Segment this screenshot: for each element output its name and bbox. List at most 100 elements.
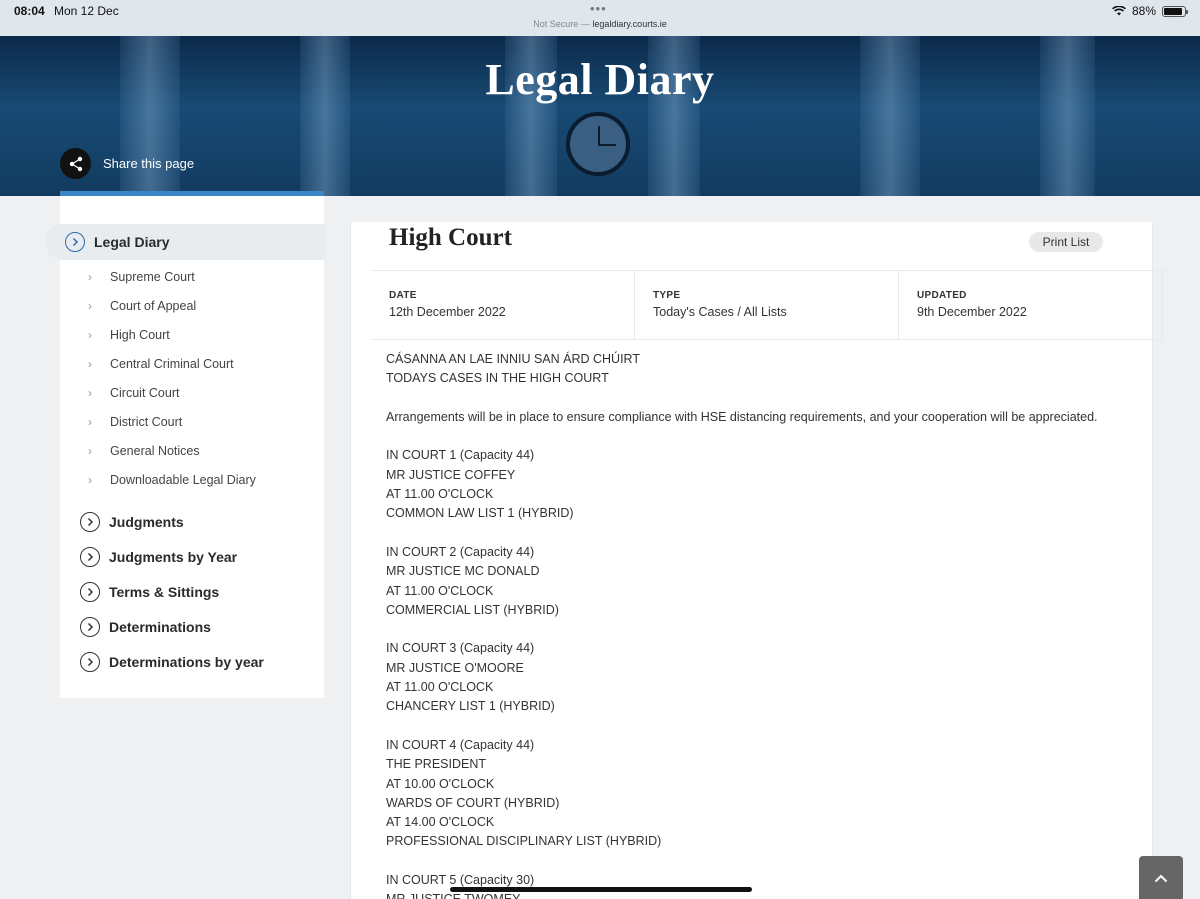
info-updated-value: 9th December 2022 (917, 305, 1027, 319)
text-line: AT 11.00 O'CLOCK (386, 583, 494, 598)
info-date: DATE 12th December 2022 (371, 271, 635, 339)
sidebar-subitem-court-of-appeal[interactable]: › Court of Appeal (88, 296, 196, 316)
sidebar-subitem-label: Circuit Court (110, 386, 180, 400)
wifi-icon (1112, 6, 1126, 16)
sidebar-subitem-district-court[interactable]: › District Court (88, 412, 182, 432)
info-bar: DATE 12th December 2022 TYPE Today's Cas… (371, 270, 1164, 340)
case-list-text: CÁSANNA AN LAE INNIU SAN ÁRD CHÚIRT TODAY… (386, 350, 1126, 899)
sidebar: Legal Diary › Supreme Court › Court of A… (45, 196, 326, 698)
sidebar-subitem-circuit-court[interactable]: › Circuit Court (88, 383, 179, 403)
info-date-label: DATE (389, 290, 417, 301)
sidebar-subitem-central-criminal-court[interactable]: › Central Criminal Court (88, 354, 234, 374)
section-title: High Court (389, 224, 512, 251)
more-dots-icon[interactable]: ••• (590, 1, 607, 16)
text-line: IN COURT 4 (Capacity 44) (386, 737, 535, 752)
info-updated-label: UPDATED (917, 290, 967, 301)
chevron-right-icon: › (88, 299, 92, 313)
text-line: TODAYS CASES IN THE HIGH COURT (386, 371, 609, 386)
sidebar-subitem-label: Downloadable Legal Diary (110, 473, 256, 487)
text-line: IN COURT 2 (Capacity 44) (386, 544, 535, 559)
chevron-up-icon (1154, 874, 1168, 882)
text-line: Arrangements will be in place to ensure … (386, 409, 1098, 424)
scroll-to-top-button[interactable] (1139, 856, 1183, 899)
text-line: MR JUSTICE MC DONALD (386, 564, 540, 579)
chevron-right-icon (80, 652, 100, 672)
text-line: IN COURT 1 (Capacity 44) (386, 448, 535, 463)
sidebar-item-determinations[interactable]: Determinations (60, 612, 211, 642)
not-secure-label: Not Secure — (533, 19, 590, 29)
sidebar-item-terms-sittings[interactable]: Terms & Sittings (60, 577, 219, 607)
sidebar-item-determinations-by-year[interactable]: Determinations by year (60, 647, 264, 677)
sidebar-item-legal-diary[interactable]: Legal Diary (45, 224, 326, 260)
text-line: AT 11.00 O'CLOCK (386, 680, 494, 695)
status-bar: 08:04 Mon 12 Dec ••• Not Secure — legald… (0, 0, 1200, 36)
chevron-right-icon (80, 512, 100, 532)
status-right: 88% (1112, 4, 1188, 18)
home-indicator (450, 887, 752, 892)
share-icon (60, 148, 91, 179)
sidebar-subitem-high-court[interactable]: › High Court (88, 325, 170, 345)
info-type-label: TYPE (653, 290, 681, 301)
info-type: TYPE Today's Cases / All Lists (635, 271, 899, 339)
sidebar-subitem-label: General Notices (110, 444, 200, 458)
page-title: Legal Diary (485, 55, 715, 104)
sidebar-item-judgments-by-year[interactable]: Judgments by Year (60, 542, 237, 572)
sidebar-subitem-supreme-court[interactable]: › Supreme Court (88, 267, 195, 287)
chevron-right-icon: › (88, 415, 92, 429)
chevron-right-icon (80, 582, 100, 602)
battery-percent: 88% (1131, 4, 1156, 18)
text-line: AT 11.00 O'CLOCK (386, 487, 494, 502)
sidebar-item-label: Judgments (109, 514, 184, 530)
sidebar-item-label: Judgments by Year (109, 549, 238, 565)
chevron-right-icon: › (88, 386, 92, 400)
text-line: COMMERCIAL LIST (HYBRID) (386, 602, 559, 617)
info-updated: UPDATED 9th December 2022 (899, 271, 1163, 339)
battery-icon (1162, 5, 1188, 17)
status-date: Mon 12 Dec (54, 4, 119, 18)
text-line: MR JUSTICE O'MOORE (386, 660, 524, 675)
text-line: MR JUSTICE COFFEY (386, 467, 516, 482)
share-label: Share this page (103, 156, 195, 171)
share-button[interactable]: Share this page (60, 148, 194, 179)
chevron-right-icon (65, 232, 85, 252)
sidebar-subitem-label: Central Criminal Court (110, 357, 234, 371)
hero-banner: Legal Diary Share this page (0, 36, 1200, 196)
sidebar-item-label: Terms & Sittings (109, 584, 220, 600)
sidebar-subitem-label: Court of Appeal (110, 299, 197, 313)
clock-time: 08:04 (14, 4, 45, 18)
chevron-right-icon: › (88, 473, 92, 487)
url-text: legaldiary.courts.ie (592, 19, 667, 29)
chevron-right-icon (80, 617, 100, 637)
text-line: CHANCERY LIST 1 (HYBRID) (386, 699, 555, 714)
sidebar-item-label: Legal Diary (94, 234, 170, 250)
text-line: WARDS OF COURT (HYBRID) (386, 795, 560, 810)
text-line: COMMON LAW LIST 1 (HYBRID) (386, 506, 574, 521)
info-type-value: Today's Cases / All Lists (653, 305, 787, 319)
sidebar-subitem-label: High Court (110, 328, 170, 342)
text-line: PROFESSIONAL DISCIPLINARY LIST (HYBRID) (386, 834, 662, 849)
main-content: High Court Print List DATE 12th December… (350, 222, 1164, 899)
sidebar-item-judgments[interactable]: Judgments (60, 507, 184, 537)
print-list-button[interactable]: Print List (1029, 232, 1103, 252)
sidebar-subitem-general-notices[interactable]: › General Notices (88, 441, 200, 461)
text-line: CÁSANNA AN LAE INNIU SAN ÁRD CHÚIRT (386, 352, 640, 366)
sidebar-item-label: Determinations by year (109, 654, 264, 670)
chevron-right-icon (80, 547, 100, 567)
info-date-value: 12th December 2022 (389, 305, 506, 319)
sidebar-item-label: Determinations (109, 619, 211, 635)
text-line: AT 14.00 O'CLOCK (386, 815, 495, 830)
text-line: AT 10.00 O'CLOCK (386, 776, 495, 791)
sidebar-subitem-label: District Court (110, 415, 183, 429)
address-bar[interactable]: Not Secure — legaldiary.courts.ie (0, 19, 1200, 29)
sidebar-subitem-downloadable-legal-diary[interactable]: › Downloadable Legal Diary (88, 470, 256, 490)
chevron-right-icon: › (88, 357, 92, 371)
clock-image (566, 112, 630, 176)
text-line: THE PRESIDENT (386, 757, 487, 772)
chevron-right-icon: › (88, 444, 92, 458)
